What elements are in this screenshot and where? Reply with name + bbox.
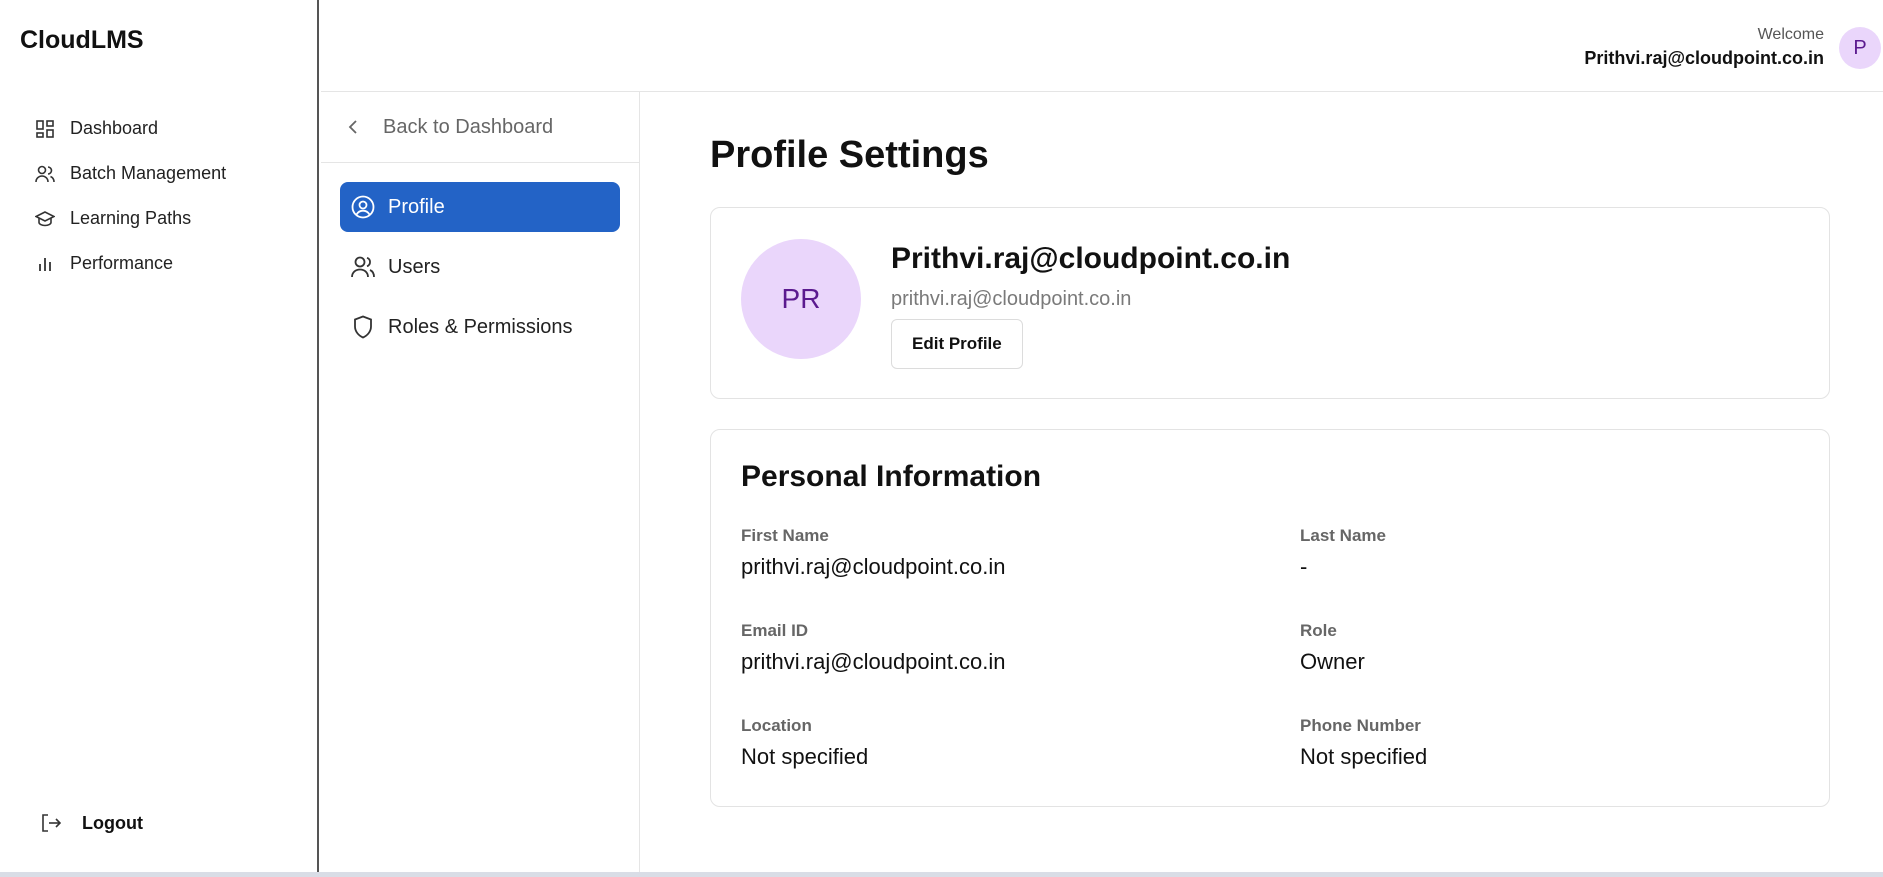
graduation-cap-icon	[34, 208, 56, 230]
logout-button[interactable]: Logout	[40, 812, 143, 834]
bar-chart-icon	[34, 253, 56, 275]
welcome-block: Welcome Prithvi.raj@cloudpoint.co.in	[1584, 26, 1824, 69]
profile-avatar: PR	[741, 239, 861, 359]
field-value: Owner	[1300, 649, 1365, 674]
welcome-label: Welcome	[1757, 26, 1824, 43]
users-icon	[34, 163, 56, 185]
first-name-field: First Name prithvi.raj@cloudpoint.co.in	[741, 526, 1005, 580]
field-value: -	[1300, 554, 1308, 579]
settings-item-roles-permissions[interactable]: Roles & Permissions	[340, 302, 620, 352]
field-label: Location	[741, 716, 812, 735]
profile-name: Prithvi.raj@cloudpoint.co.in	[891, 242, 1291, 275]
field-label: Email ID	[741, 621, 809, 640]
sidebar-item-label: Batch Management	[70, 163, 227, 183]
sidebar-item-performance[interactable]: Performance	[34, 241, 226, 286]
settings-item-profile[interactable]: Profile	[340, 182, 620, 232]
field-value: prithvi.raj@cloudpoint.co.in	[741, 554, 1006, 579]
settings-item-label: Profile	[388, 195, 445, 218]
top-header: Welcome Prithvi.raj@cloudpoint.co.in P	[321, 0, 1883, 92]
chevron-left-icon	[347, 118, 365, 136]
field-label: Role	[1300, 621, 1337, 640]
personal-information-card: Personal Information First Name prithvi.…	[710, 429, 1830, 807]
user-circle-icon	[350, 194, 376, 220]
sidebar-item-learning-paths[interactable]: Learning Paths	[34, 196, 226, 241]
settings-item-label: Users	[388, 255, 441, 278]
shield-icon	[350, 314, 376, 340]
settings-nav-list: Profile Users Roles & Permissions	[321, 163, 639, 352]
welcome-user-email: Prithvi.raj@cloudpoint.co.in	[1584, 48, 1824, 68]
dashboard-grid-icon	[34, 118, 56, 140]
field-label: Last Name	[1300, 526, 1386, 545]
role-field: Role Owner	[1300, 621, 1365, 675]
location-field: Location Not specified	[741, 716, 868, 770]
sidebar-item-label: Performance	[70, 253, 174, 273]
email-field: Email ID prithvi.raj@cloudpoint.co.in	[741, 621, 1005, 675]
settings-item-label: Roles & Permissions	[388, 315, 573, 338]
back-to-dashboard-link[interactable]: Back to Dashboard	[321, 92, 639, 163]
last-name-field: Last Name -	[1300, 526, 1386, 580]
logout-label: Logout	[82, 812, 143, 833]
settings-sidebar: Back to Dashboard Profile Users Roles & …	[321, 92, 640, 872]
sidebar-item-label: Dashboard	[70, 118, 159, 138]
main-content: Profile Settings PR Prithvi.raj@cloudpoi…	[640, 92, 1883, 877]
phone-number-field: Phone Number Not specified	[1300, 716, 1427, 770]
brand-logo[interactable]: CloudLMS	[20, 26, 144, 55]
user-avatar[interactable]: P	[1839, 27, 1881, 69]
sidebar-item-batch-management[interactable]: Batch Management	[34, 151, 226, 196]
field-value: prithvi.raj@cloudpoint.co.in	[741, 649, 1006, 674]
sidebar-item-label: Learning Paths	[70, 208, 192, 228]
page-title: Profile Settings	[710, 134, 989, 176]
main-sidebar: CloudLMS Dashboard Batch Management Lear…	[0, 0, 319, 872]
personal-information-title: Personal Information	[741, 460, 1042, 493]
sidebar-item-dashboard[interactable]: Dashboard	[34, 106, 226, 151]
bottom-scroll-strip	[0, 872, 1883, 877]
field-value: Not specified	[1300, 744, 1428, 769]
settings-item-users[interactable]: Users	[340, 242, 620, 292]
field-label: First Name	[741, 526, 829, 545]
users-icon	[350, 254, 376, 280]
main-nav: Dashboard Batch Management Learning Path…	[34, 106, 226, 286]
edit-profile-button[interactable]: Edit Profile	[891, 319, 1023, 369]
field-label: Phone Number	[1300, 716, 1421, 735]
profile-email: prithvi.raj@cloudpoint.co.in	[891, 288, 1132, 310]
profile-card: PR Prithvi.raj@cloudpoint.co.in prithvi.…	[710, 207, 1830, 399]
field-value: Not specified	[741, 744, 869, 769]
logout-icon	[40, 812, 62, 834]
back-link-label: Back to Dashboard	[383, 115, 554, 138]
